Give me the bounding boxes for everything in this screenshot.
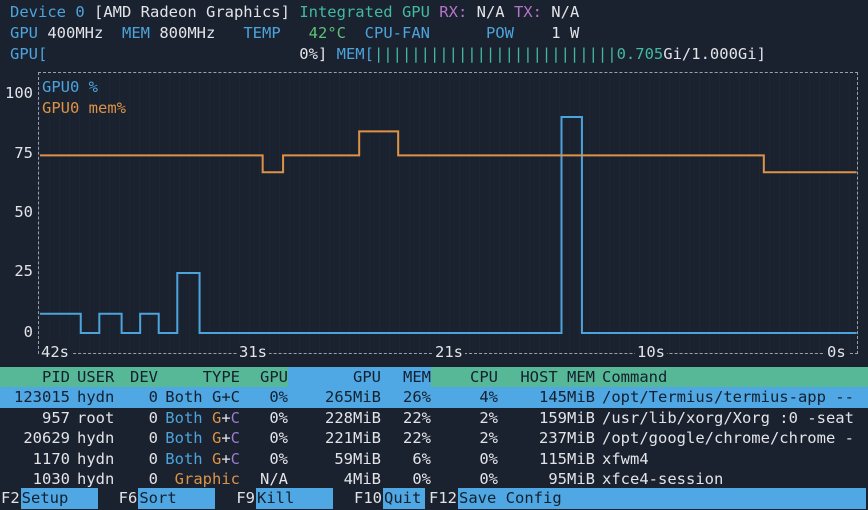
process-row[interactable]: 957 root 0 Both G+C 0% 228MiB 22% 2% 159…: [0, 408, 868, 428]
user-cell: root: [77, 408, 125, 428]
fkey-setup-key[interactable]: F2: [0, 488, 21, 509]
gpu-mem-cell: 221MiB: [288, 428, 381, 448]
function-key-bar: F2 Setup F6 Sort F9 Kill F10 Quit F12 Sa…: [0, 488, 868, 509]
type-cell: Graphic: [158, 469, 240, 489]
gpu-rate-cell: 0%: [240, 408, 288, 428]
pid-cell: 123015: [0, 387, 70, 407]
host-mem-cell: 159MiB: [498, 408, 595, 428]
quit-button[interactable]: Quit: [383, 488, 425, 509]
command-cell: /usr/lib/xorg/Xorg :0 -seat: [602, 408, 868, 428]
device-info-line: Device 0 [AMD Radeon Graphics] Integrate…: [10, 2, 579, 23]
y-tick-label: 25: [0, 261, 33, 281]
nvtop-terminal: Device 0 [AMD Radeon Graphics] Integrate…: [0, 0, 868, 510]
header-user[interactable]: USER: [77, 367, 125, 387]
cpu-cell: 0%: [431, 469, 498, 489]
save-config-button[interactable]: Save Config: [458, 488, 866, 509]
pid-cell: 1170: [0, 449, 70, 469]
host-mem-cell: 115MiB: [498, 449, 595, 469]
type-cell: Both G+C: [158, 408, 240, 428]
pid-cell: 1030: [0, 469, 70, 489]
x-tick-label: 0s: [825, 342, 848, 362]
x-tick-label: 21s: [433, 342, 465, 362]
cpu-cell: 0%: [431, 449, 498, 469]
process-table-header[interactable]: PID USER DEV TYPE GPU GPU MEM CPU HOST M…: [0, 367, 868, 387]
clock-temp-line: GPU 400MHz MEM 800MHz TEMP 42°C CPU-FAN …: [10, 23, 579, 44]
legend-gpu-usage: GPU0 %: [42, 77, 98, 98]
user-cell: hydn: [77, 428, 125, 448]
setup-button[interactable]: Setup: [21, 488, 98, 509]
type-cell: Both G+C: [158, 449, 240, 469]
header-gpu-mem[interactable]: GPU: [288, 367, 381, 387]
header-type[interactable]: TYPE: [158, 367, 240, 387]
cpu-cell: 2%: [431, 408, 498, 428]
mem-pct-cell: 0%: [381, 469, 431, 489]
command-cell: /opt/Termius/termius-app --: [602, 387, 868, 407]
cpu-cell: 2%: [431, 428, 498, 448]
gpu-rate-cell: 0%: [240, 387, 288, 407]
header-mem-pct[interactable]: MEM: [381, 367, 431, 387]
dev-cell: 0: [125, 408, 158, 428]
command-cell: xfce4-session: [602, 469, 868, 489]
header-cpu[interactable]: CPU: [431, 367, 498, 387]
user-cell: hydn: [77, 449, 125, 469]
mem-pct-cell: 22%: [381, 408, 431, 428]
fkey-kill-key[interactable]: F9: [235, 488, 256, 509]
header-host-mem[interactable]: HOST MEM: [498, 367, 595, 387]
host-mem-cell: 237MiB: [498, 428, 595, 448]
command-cell: /opt/google/chrome/chrome -: [602, 428, 868, 448]
sort-button[interactable]: Sort: [138, 488, 215, 509]
dev-cell: 0: [125, 449, 158, 469]
pid-cell: 20629: [0, 428, 70, 448]
user-cell: hydn: [77, 469, 125, 489]
dev-cell: 0: [125, 469, 158, 489]
type-cell: Both G+C: [158, 387, 240, 407]
x-tick-label: 31s: [237, 342, 269, 362]
legend-gpu-mem: GPU0 mem%: [42, 98, 126, 119]
process-row[interactable]: 1030 hydn 0 Graphic N/A 4MiB 0% 0% 95MiB…: [0, 469, 868, 489]
gpu-rate-cell: 0%: [240, 449, 288, 469]
process-row[interactable]: 20629 hydn 0 Both G+C 0% 221MiB 22% 2% 2…: [0, 428, 868, 448]
user-cell: hydn: [77, 387, 125, 407]
x-tick-label: 42s: [39, 342, 71, 362]
gpu-mem-cell: 228MiB: [288, 408, 381, 428]
y-tick-label: 75: [0, 143, 33, 163]
mem-pct-cell: 6%: [381, 449, 431, 469]
dev-cell: 0: [125, 387, 158, 407]
gpu-mem-cell: 59MiB: [288, 449, 381, 469]
fkey-quit-key[interactable]: F10: [353, 488, 383, 509]
gpu-mem-cell: 265MiB: [288, 387, 381, 407]
host-mem-cell: 145MiB: [498, 387, 595, 407]
y-tick-label: 100: [0, 83, 33, 103]
header-pid[interactable]: PID: [0, 367, 70, 387]
header-dev[interactable]: DEV: [125, 367, 158, 387]
fkey-sort-key[interactable]: F6: [118, 488, 139, 509]
cpu-cell: 4%: [431, 387, 498, 407]
pid-cell: 957: [0, 408, 70, 428]
gpu-rate-cell: 0%: [240, 428, 288, 448]
fkey-save-key[interactable]: F12: [428, 488, 458, 509]
y-tick-label: 50: [0, 202, 33, 222]
mem-pct-cell: 22%: [381, 428, 431, 448]
gpu-mem-gauges-line: GPU[ 0%] MEM[||||||||||||||||||||||||||0…: [10, 44, 766, 65]
header-command[interactable]: Command: [602, 367, 868, 387]
mem-pct-cell: 26%: [381, 387, 431, 407]
y-tick-label: 0: [0, 322, 33, 342]
host-mem-cell: 95MiB: [498, 469, 595, 489]
dev-cell: 0: [125, 428, 158, 448]
kill-button[interactable]: Kill: [256, 488, 333, 509]
x-tick-label: 10s: [635, 342, 667, 362]
process-row-selected[interactable]: 123015 hydn 0 Both G+C 0% 265MiB 26% 4% …: [0, 387, 868, 407]
chart-series-svg: [39, 72, 857, 352]
process-row[interactable]: 1170 hydn 0 Both G+C 0% 59MiB 6% 0% 115M…: [0, 449, 868, 469]
header-gpu-rate[interactable]: GPU: [240, 367, 288, 387]
gpu-rate-cell: N/A: [240, 469, 288, 489]
type-cell: Both G+C: [158, 428, 240, 448]
command-cell: xfwm4: [602, 449, 868, 469]
process-table: PID USER DEV TYPE GPU GPU MEM CPU HOST M…: [0, 367, 868, 489]
gpu-mem-cell: 4MiB: [288, 469, 381, 489]
